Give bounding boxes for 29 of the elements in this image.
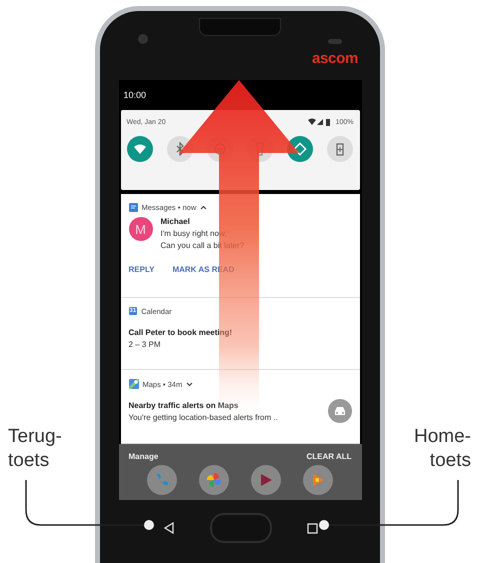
back-key-icon[interactable] xyxy=(162,522,174,534)
caret-icon[interactable] xyxy=(200,205,208,210)
wifi-icon xyxy=(132,142,146,156)
manage-button[interactable]: Manage xyxy=(128,452,158,461)
recents-key-icon[interactable] xyxy=(306,522,318,534)
sender-name: Michael xyxy=(160,217,191,226)
clear-all-button[interactable]: CLEAR ALL xyxy=(306,452,352,461)
notification-title: Call Peter to book meeting! xyxy=(128,328,232,337)
callout-label: Terug- toets xyxy=(8,425,63,473)
film-app-icon[interactable] xyxy=(250,465,281,495)
pinwheel-app-icon[interactable] xyxy=(199,465,230,495)
car-icon xyxy=(328,399,352,424)
maps-app-icon xyxy=(128,379,138,390)
wifi-toggle[interactable] xyxy=(126,136,152,162)
sensor-icon xyxy=(328,39,342,44)
brand-logo: ascom xyxy=(312,50,358,67)
messages-app-icon xyxy=(128,203,138,212)
callout-label: Home- toets xyxy=(414,425,471,473)
notification-text: You're getting location-based alerts from .. xyxy=(128,412,278,422)
camera-icon xyxy=(138,34,148,44)
notification-title: Nearby traffic alerts on Maps xyxy=(128,400,240,410)
music-app-icon[interactable] xyxy=(302,465,333,495)
battery-saver-toggle[interactable] xyxy=(327,136,354,162)
notification-action[interactable]: REPLY xyxy=(128,263,154,276)
rotate-icon xyxy=(293,142,308,156)
avatar: M xyxy=(128,217,152,241)
notification-text: 2 – 3 PM xyxy=(128,340,162,349)
caret-icon[interactable] xyxy=(186,382,194,387)
clock-time: 10:00 xyxy=(124,90,146,100)
